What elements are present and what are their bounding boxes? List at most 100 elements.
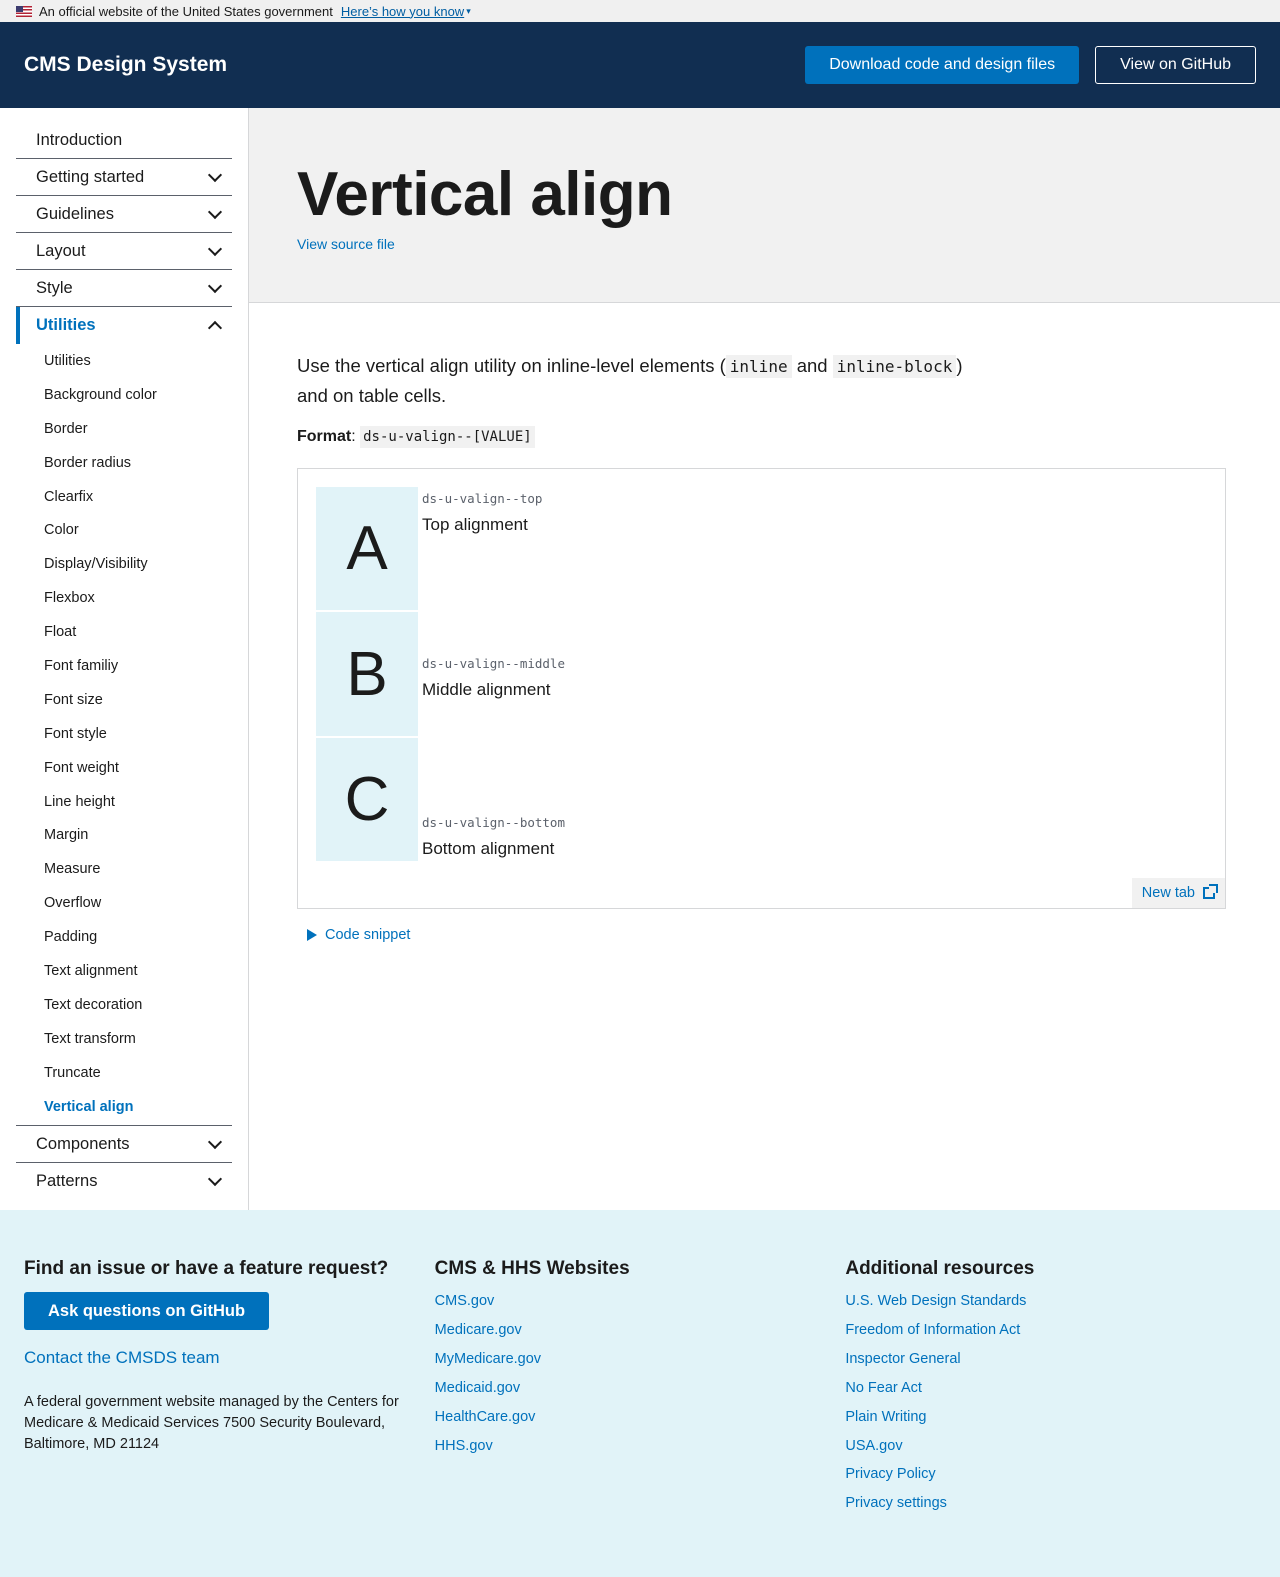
example-text: ds-u-valign--middle Middle alignment (418, 612, 565, 736)
footer-link[interactable]: Medicare.gov (435, 1321, 846, 1340)
page-title: Vertical align (297, 160, 673, 229)
sidebar-subitem[interactable]: Text decoration (16, 988, 232, 1022)
site-header: CMS Design System Download code and desi… (0, 22, 1280, 108)
sidebar-item-label: Guidelines (36, 204, 114, 223)
footer-link[interactable]: Privacy Policy (845, 1465, 1256, 1484)
footer-col-resources: Additional resources U.S. Web Design Sta… (845, 1258, 1256, 1577)
footer-col-websites: CMS & HHS Websites CMS.gov Medicare.gov My… (435, 1258, 846, 1577)
chevron-down-icon[interactable]: ▾ (466, 6, 471, 17)
sidebar-subitem[interactable]: Font weight (16, 751, 232, 785)
download-button[interactable]: Download code and design files (805, 46, 1080, 84)
sidebar-subitem[interactable]: Truncate (16, 1056, 232, 1090)
new-tab-button[interactable]: New tab (1131, 878, 1225, 908)
intro-text: and on table cells. (297, 385, 447, 406)
sidebar-subitem[interactable]: Font style (16, 717, 232, 751)
page-hero: Vertical align View source file (249, 108, 1280, 303)
sidebar-item-label: Components (36, 1134, 130, 1153)
sidebar-subitem[interactable]: Border (16, 412, 232, 446)
sidebar-item-style[interactable]: Style (16, 270, 232, 307)
format-label: Format (297, 428, 352, 445)
chevron-down-icon (207, 1134, 223, 1150)
footer-link[interactable]: MyMedicare.gov (435, 1350, 846, 1369)
example-preview: A ds-u-valign--top Top alignment B ds-u-… (297, 468, 1226, 909)
footer-link[interactable]: HealthCare.gov (435, 1408, 846, 1427)
sidebar-item-patterns[interactable]: Patterns (16, 1163, 232, 1200)
footer-heading: Additional resources (845, 1258, 1035, 1279)
footer-link[interactable]: Freedom of Information Act (845, 1321, 1256, 1340)
sidebar-subitem[interactable]: Text alignment (16, 954, 232, 988)
sidebar-subitem[interactable]: Clearfix (16, 480, 232, 514)
code-snippet-label: Code snippet (325, 927, 411, 943)
chevron-down-icon (207, 1172, 223, 1187)
site-title[interactable]: CMS Design System (24, 53, 227, 77)
example-row: B ds-u-valign--middle Middle alignment (316, 612, 1207, 736)
site-footer: Find an issue or have a feature request?… (0, 1210, 1280, 1577)
sidebar-subitem[interactable]: Text transform (16, 1022, 232, 1056)
code-inline: inline (725, 355, 792, 378)
sidebar-subitem[interactable]: Font familiy (16, 649, 232, 683)
footer-link[interactable]: U.S. Web Design Standards (845, 1292, 1256, 1311)
sidebar-subitem[interactable]: Margin (16, 818, 232, 852)
footer-link[interactable]: HHS.gov (435, 1437, 846, 1456)
sidebar-item-label: Getting started (36, 167, 145, 186)
sidebar-item-getting-started[interactable]: Getting started (16, 159, 232, 196)
example-text: ds-u-valign--bottom Bottom alignment (418, 738, 565, 861)
example-letter: B (316, 612, 418, 736)
sidebar-subitem[interactable]: Vertical align (16, 1090, 232, 1124)
ask-github-button[interactable]: Ask questions on GitHub (24, 1292, 270, 1330)
sidebar-subitem[interactable]: Font size (16, 683, 232, 717)
example-class: ds-u-valign--bottom (422, 815, 565, 830)
footer-link[interactable]: Inspector General (845, 1350, 1256, 1369)
sidebar-subitem[interactable]: Border radius (16, 446, 232, 480)
intro-paragraph: Use the vertical align utility on inline… (297, 351, 997, 410)
sidebar-item-label: Introduction (36, 130, 123, 149)
chevron-down-icon (207, 204, 223, 219)
example-letter: C (316, 738, 418, 861)
footer-link[interactable]: No Fear Act (845, 1379, 1256, 1398)
external-link-icon (1203, 884, 1218, 899)
sidebar-subitem[interactable]: Utilities (16, 344, 232, 378)
code-snippet-toggle[interactable]: Code snippet (307, 927, 1232, 943)
format-code: ds-u-valign--[VALUE] (360, 426, 535, 448)
sidebar-item-label: Style (36, 278, 73, 297)
sidebar-subitem[interactable]: Display/Visibility (16, 547, 232, 581)
sidebar-subitem[interactable]: Float (16, 615, 232, 649)
sidebar-subitem[interactable]: Color (16, 513, 232, 547)
gov-banner-text: An official website of the United States… (39, 3, 333, 19)
format-line: Format: ds-u-valign--[VALUE] (297, 426, 1232, 448)
sidebar-subitem[interactable]: Padding (16, 920, 232, 954)
example-letter: A (316, 487, 418, 610)
sidebar-subitem[interactable]: Background color (16, 378, 232, 412)
sidebar-subitem[interactable]: Flexbox (16, 581, 232, 615)
footer-link[interactable]: Medicaid.gov (435, 1379, 846, 1398)
footer-link[interactable]: Plain Writing (845, 1408, 1256, 1427)
example-row: A ds-u-valign--top Top alignment (316, 487, 1207, 610)
sidebar-item-utilities[interactable]: Utilities (16, 307, 232, 344)
contact-team-link[interactable]: Contact the CMSDS team (24, 1348, 435, 1368)
chevron-down-icon (207, 167, 223, 182)
footer-link[interactable]: CMS.gov (435, 1292, 846, 1311)
example-row: C ds-u-valign--bottom Bottom alignment (316, 738, 1207, 861)
sidebar-item-label: Layout (36, 241, 86, 260)
chevron-up-icon (207, 320, 223, 336)
intro-text: ) (956, 355, 963, 376)
sidebar-item-guidelines[interactable]: Guidelines (16, 196, 232, 233)
sidebar-subitem[interactable]: Line height (16, 785, 232, 819)
example-class: ds-u-valign--top (422, 491, 543, 506)
chevron-down-icon (207, 241, 223, 256)
sidebar-item-layout[interactable]: Layout (16, 233, 232, 270)
footer-link[interactable]: USA.gov (845, 1437, 1256, 1456)
sidebar-subitem[interactable]: Measure (16, 852, 232, 886)
github-button[interactable]: View on GitHub (1095, 46, 1256, 84)
sidebar-item-label: Patterns (36, 1172, 98, 1191)
view-source-link[interactable]: View source file (297, 236, 395, 252)
sidebar-item-components[interactable]: Components (16, 1126, 232, 1164)
footer-link[interactable]: Privacy settings (845, 1494, 1256, 1513)
sidebar-item-introduction[interactable]: Introduction (16, 122, 232, 159)
sidebar-subitem[interactable]: Overflow (16, 886, 232, 920)
chevron-down-icon (207, 278, 223, 293)
triangle-right-icon (307, 929, 317, 941)
gov-banner-link[interactable]: Here’s how you know (341, 4, 464, 19)
example-text: ds-u-valign--top Top alignment (418, 487, 542, 610)
footer-col-feedback: Find an issue or have a feature request?… (24, 1258, 435, 1577)
